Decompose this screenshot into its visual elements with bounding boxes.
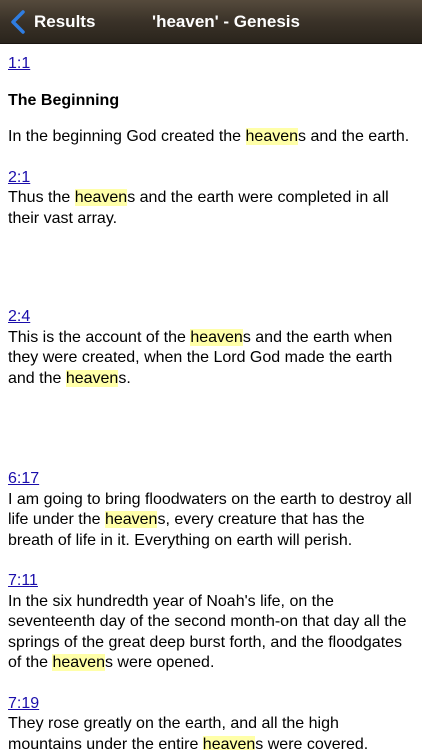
- search-highlight: heaven: [52, 654, 105, 671]
- verse-item: 1:1 The Beginning In the beginning God c…: [8, 54, 414, 148]
- verse-text-part: s.: [118, 369, 131, 387]
- search-highlight: heaven: [202, 735, 256, 750]
- verse-text-part: This is the account of the: [8, 328, 191, 346]
- verse-text: In the beginning God created the heavens…: [8, 127, 414, 148]
- verse-text-part: s were opened.: [104, 654, 215, 671]
- verse-item: 7:11 In the six hundredth year of Noah's…: [8, 571, 414, 674]
- verse-text: In the six hundredth year of Noah's life…: [8, 592, 414, 674]
- verse-link-2-1[interactable]: 2:1: [8, 168, 30, 189]
- search-highlight: heaven: [104, 511, 158, 528]
- verse-item: 2:4 This is the account of the heavens a…: [8, 307, 414, 389]
- chevron-left-icon: [8, 10, 30, 34]
- search-results: 1:1 The Beginning In the beginning God c…: [0, 44, 422, 750]
- navigation-bar: Results 'heaven' - Genesis: [0, 0, 422, 44]
- verse-link-2-4[interactable]: 2:4: [8, 307, 30, 328]
- page-title: 'heaven' - Genesis: [152, 12, 300, 31]
- back-button[interactable]: Results: [8, 0, 95, 44]
- section-heading: The Beginning: [8, 91, 120, 109]
- search-highlight: heaven: [190, 328, 243, 346]
- verse-item: 7:19 They rose greatly on the earth, and…: [8, 694, 414, 750]
- verse-text: I am going to bring floodwaters on the e…: [8, 490, 414, 552]
- search-highlight: heaven: [245, 128, 299, 145]
- verse-text: They rose greatly on the earth, and all …: [8, 714, 414, 750]
- verse-text-part: s and the earth.: [298, 128, 410, 145]
- back-button-label: Results: [34, 12, 96, 31]
- verse-text-part: Thus the: [8, 189, 75, 206]
- verse-link-7-19[interactable]: 7:19: [8, 694, 39, 715]
- verse-text-part: s were covered.: [255, 735, 369, 750]
- verse-text: Thus the heavens and the earth were comp…: [8, 188, 414, 229]
- verse-item: 6:17 I am going to bring floodwaters on …: [8, 469, 414, 551]
- search-highlight: heaven: [74, 189, 128, 206]
- verse-link-7-11[interactable]: 7:11: [8, 571, 38, 592]
- verse-text: This is the account of the heavens and t…: [8, 328, 414, 390]
- verse-item: 2:1 Thus the heavens and the earth were …: [8, 168, 414, 230]
- verse-link-1-1[interactable]: 1:1: [8, 54, 30, 75]
- search-highlight: heaven: [65, 369, 119, 387]
- verse-link-6-17[interactable]: 6:17: [8, 469, 39, 490]
- verse-text-part: In the beginning God created the: [8, 128, 246, 145]
